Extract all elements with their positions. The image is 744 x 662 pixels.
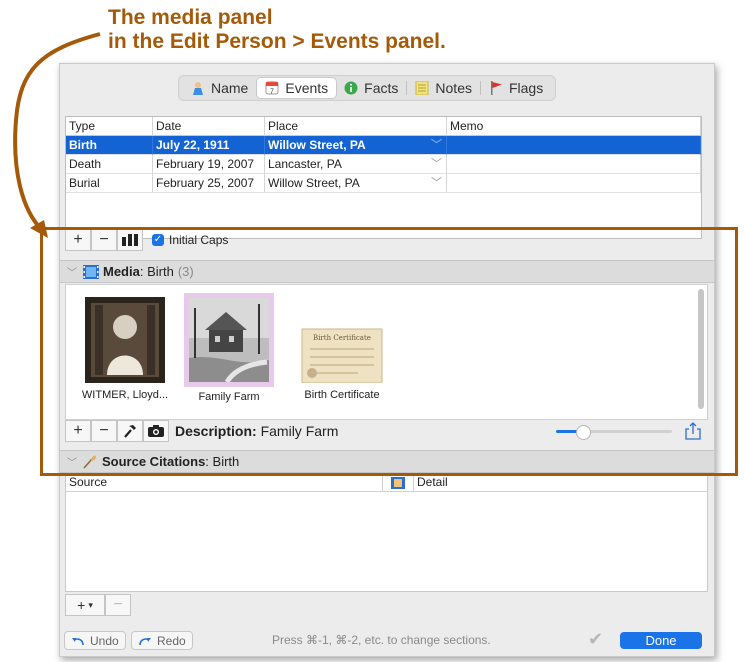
column-header-date[interactable]: Date (153, 117, 265, 136)
chevron-down-icon[interactable]: ﹀ (431, 174, 442, 192)
event-type-cell[interactable]: Death (66, 155, 153, 174)
table-row[interactable]: Death February 19, 2007 Lancaster, PA ﹀ (66, 155, 701, 174)
source-table-header: Source Detail (66, 475, 707, 492)
annotation-highlight-box (40, 227, 738, 476)
event-date-cell[interactable]: February 19, 2007 (153, 155, 265, 174)
tab-facts-label: Facts (364, 80, 399, 96)
media-column-icon (391, 477, 405, 489)
chevron-down-icon: ▾ (88, 599, 93, 610)
remove-source-button[interactable]: − (105, 594, 131, 616)
source-citations-table: Source Detail (65, 474, 708, 592)
info-icon (344, 81, 358, 95)
checkmark-icon: ✔ (588, 629, 604, 649)
redo-label: Redo (157, 633, 186, 648)
section-tabs: Name 7 Events Facts Notes Flags (178, 75, 557, 101)
event-memo-cell[interactable] (447, 136, 701, 155)
tab-notes[interactable]: Notes (407, 78, 480, 98)
tab-facts[interactable]: Facts (336, 78, 406, 98)
bottom-bar: Undo Redo Press ⌘-1, ⌘-2, etc. to change… (60, 626, 714, 656)
column-header-memo[interactable]: Memo (447, 117, 701, 136)
events-table-header: Type Date Place Memo (66, 117, 701, 136)
column-header-media[interactable] (383, 475, 414, 491)
calendar-icon: 7 (265, 81, 279, 95)
event-place-text: Willow Street, PA (268, 176, 360, 190)
events-table: Type Date Place Memo Birth July 22, 1911… (65, 116, 702, 239)
column-header-type[interactable]: Type (66, 117, 153, 136)
chevron-down-icon[interactable]: ﹀ (431, 136, 442, 154)
add-source-menu-button[interactable]: + ▾ (65, 594, 105, 616)
event-type-cell[interactable]: Burial (66, 174, 153, 193)
undo-button[interactable]: Undo (64, 631, 126, 650)
flag-icon (490, 81, 502, 95)
person-icon (193, 82, 203, 95)
event-memo-cell[interactable] (447, 174, 701, 193)
event-place-cell[interactable]: Lancaster, PA ﹀ (265, 155, 447, 174)
event-memo-cell[interactable] (447, 155, 701, 174)
event-place-text: Willow Street, PA (268, 138, 366, 152)
notes-icon (415, 81, 429, 95)
table-row[interactable]: Burial February 25, 2007 Willow Street, … (66, 174, 701, 193)
svg-text:7: 7 (270, 89, 274, 96)
event-date-cell[interactable]: July 22, 1911 (153, 136, 265, 155)
event-place-cell[interactable]: Willow Street, PA ﹀ (265, 136, 447, 155)
source-toolbar: + ▾ − (65, 593, 131, 617)
tab-events-label: Events (285, 80, 329, 96)
event-date-cell[interactable]: February 25, 2007 (153, 174, 265, 193)
redo-button[interactable]: Redo (131, 631, 193, 650)
tab-notes-label: Notes (435, 80, 472, 96)
event-type-cell[interactable]: Birth (66, 136, 153, 155)
undo-arrow-icon (72, 637, 84, 645)
event-place-text: Lancaster, PA (268, 157, 342, 171)
tab-flags-label: Flags (508, 80, 544, 96)
table-row[interactable]: Birth July 22, 1911 Willow Street, PA ﹀ (66, 136, 701, 155)
chevron-down-icon[interactable]: ﹀ (431, 155, 442, 173)
column-header-source[interactable]: Source (66, 475, 383, 491)
tab-flags[interactable]: Flags (481, 78, 551, 98)
column-header-detail[interactable]: Detail (414, 475, 448, 491)
redo-arrow-icon (139, 637, 151, 645)
tab-name-label: Name (211, 80, 249, 96)
tab-events[interactable]: 7 Events (257, 78, 337, 98)
column-header-place[interactable]: Place (265, 117, 447, 136)
tab-name[interactable]: Name (183, 78, 256, 98)
shortcut-hint: Press ⌘-1, ⌘-2, etc. to change sections. (272, 633, 491, 647)
done-button[interactable]: Done (620, 632, 702, 649)
event-place-cell[interactable]: Willow Street, PA ﹀ (265, 174, 447, 193)
undo-label: Undo (90, 633, 119, 648)
